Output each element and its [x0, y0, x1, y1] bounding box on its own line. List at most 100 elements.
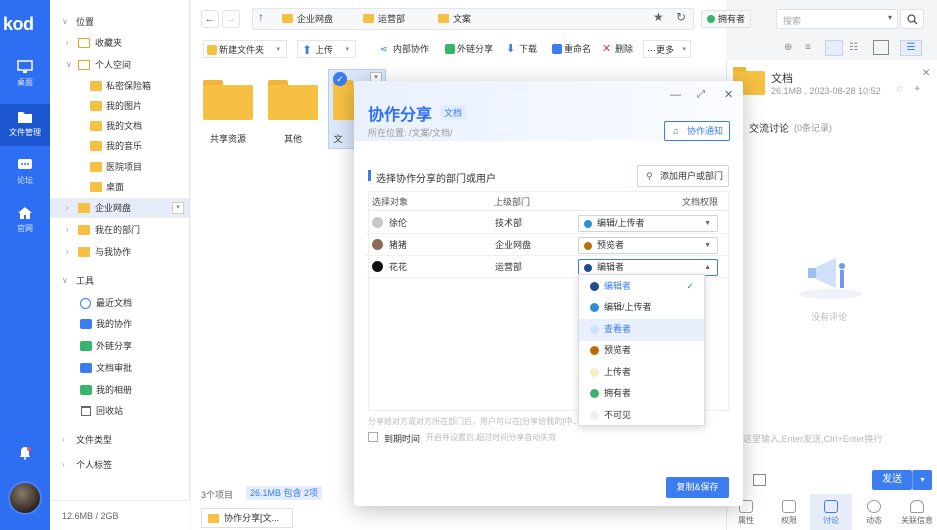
folder-item[interactable] [268, 80, 318, 120]
share-nodes-icon: ⋖ [380, 44, 388, 54]
tab-discussion[interactable]: 讨论 [816, 500, 846, 526]
chevron-down-icon[interactable]: ▾ [888, 13, 892, 22]
rail-website[interactable]: 官网 [0, 206, 50, 242]
tree-item[interactable]: 我的文档 [50, 116, 189, 136]
tree-tool-item[interactable]: 我的相册 [50, 380, 189, 400]
close-icon[interactable]: ✕ [724, 88, 733, 101]
back-button[interactable]: ← [201, 10, 219, 28]
user-avatar[interactable] [8, 481, 42, 515]
breadcrumb-item[interactable]: 文案 [435, 10, 471, 28]
more-button[interactable]: ···更多 ▾ [643, 40, 691, 58]
tree-item[interactable]: 桌面 [50, 177, 189, 197]
clock-icon [80, 298, 91, 309]
grid-view-icon[interactable] [825, 40, 843, 56]
forward-button[interactable]: → [222, 10, 240, 28]
comment-hint[interactable]: 这里输入,Enter发送,Ctrl+Enter换行 [743, 432, 882, 445]
expire-label: 到期时间 [384, 434, 421, 444]
tree-collab[interactable]: › 与我协作 [50, 242, 189, 262]
option-viewer[interactable]: 查看者 [579, 319, 704, 341]
tree-personal[interactable]: ∨ 个人空间 [50, 55, 189, 75]
download-icon: ⬇ [506, 43, 516, 55]
permission-select[interactable]: 编辑/上传者 ▼ [578, 215, 718, 232]
tree-file-types[interactable]: › 文件类型 [50, 430, 189, 450]
external-share-button[interactable]: 外链分享 [444, 40, 493, 58]
tab-related[interactable]: 关联信息 [898, 500, 936, 526]
send-options-button[interactable]: ▾ [912, 470, 932, 490]
tree-tool-item[interactable]: 文档审批 [50, 358, 189, 378]
folder-icon [78, 203, 90, 213]
copy-save-button[interactable]: 复制&保存 [666, 477, 729, 498]
delete-button[interactable]: ✕ 删除 [602, 40, 633, 58]
taskbar-item[interactable]: 协作分享[文... [201, 508, 293, 528]
tree-item[interactable]: 私密保险箱 [50, 76, 189, 96]
up-arrow-icon[interactable]: ↑ [258, 10, 264, 24]
refresh-icon[interactable]: ↻ [676, 10, 686, 24]
rename-button[interactable]: 重命名 [551, 40, 591, 58]
tree-location[interactable]: ∨ 位置 [50, 12, 189, 32]
folder-item[interactable] [203, 80, 253, 120]
option-editor-uploader[interactable]: 编辑/上传者 [579, 297, 704, 319]
download-button[interactable]: ⬇ 下载 [506, 40, 537, 58]
section-bar [368, 170, 371, 181]
minimize-icon[interactable]: — [670, 89, 681, 101]
internal-collab-button[interactable]: ⋖ 内部协作 [380, 40, 429, 58]
folder-icon [438, 14, 449, 23]
list-view-icon[interactable]: ☷ [849, 42, 858, 53]
panel-toggle-icon[interactable]: ☰ [900, 40, 922, 56]
tree-tools[interactable]: ∨ 工具 [50, 271, 189, 291]
user-avatar [372, 239, 383, 250]
image-icon[interactable] [753, 474, 766, 486]
close-icon[interactable]: ✕ [922, 68, 930, 79]
chevron-up-icon: ▲ [704, 264, 711, 271]
maximize-icon[interactable]: ⤢ [697, 89, 705, 100]
rail-desktop[interactable]: 桌面 [0, 60, 50, 96]
bell-icon[interactable] [18, 446, 32, 460]
sort-icon[interactable]: ≡ [805, 42, 811, 53]
breadcrumb-item[interactable]: 企业网盘 [279, 10, 333, 28]
chevron-down-icon[interactable]: ▾ [172, 202, 184, 214]
table-row[interactable]: 徐伦 技术部 编辑/上传者 ▼ [364, 212, 729, 234]
expire-checkbox[interactable] [368, 432, 378, 442]
upload-button[interactable]: ⬆ 上传 ▾ [297, 40, 357, 58]
tree-tags[interactable]: › 个人标签 [50, 455, 189, 475]
tab-activity[interactable]: 动态 [859, 500, 889, 526]
tree-tool-item[interactable]: 回收站 [50, 401, 189, 421]
option-owner[interactable]: 拥有者 [579, 383, 704, 405]
col-header: 选择对象 [372, 197, 409, 207]
split-view-icon[interactable] [873, 40, 889, 55]
new-folder-button[interactable]: 新建文件夹 ▾ [203, 40, 288, 58]
check-icon[interactable]: ✓ [333, 72, 347, 86]
star-icon[interactable]: ☆ [895, 84, 904, 95]
star-icon[interactable]: ★ [653, 10, 664, 24]
tab-permissions[interactable]: 权限 [774, 500, 804, 526]
permission-select[interactable]: 预览者 ▼ [578, 237, 718, 254]
lock-icon [782, 500, 796, 513]
breadcrumb-item[interactable]: 运营部 [360, 10, 405, 28]
option-invisible[interactable]: 不可见 [579, 405, 704, 427]
tree-tool-item[interactable]: 外链分享 [50, 336, 189, 356]
tree-favorites[interactable]: › 收藏夹 [50, 33, 189, 53]
add-user-button[interactable]: ⚲ 添加用户或部门 [637, 165, 729, 187]
discussion-title: 交流讨论 [749, 124, 789, 135]
trash-icon [81, 406, 91, 416]
search-button[interactable] [900, 9, 924, 29]
file-tree: ∨ 位置 › 收藏夹 ∨ 个人空间 私密保险箱 我的图片 我的文档 我的音乐 医院项目… [50, 0, 190, 530]
table-row[interactable]: 猪猪 企业网盘 预览者 ▼ [364, 234, 729, 256]
send-button[interactable]: 发送 [872, 470, 912, 490]
tree-item[interactable]: 我的音乐 [50, 136, 189, 156]
rail-file-manager[interactable]: 文件管理 [0, 104, 50, 146]
tree-my-dept[interactable]: › 我在的部门 [50, 220, 189, 240]
option-editor[interactable]: 编辑者 ✓ [579, 276, 704, 298]
option-previewer[interactable]: 预览者 [579, 340, 704, 362]
option-uploader[interactable]: 上传者 [579, 362, 704, 384]
tree-tool-item[interactable]: 我的协作 [50, 314, 189, 334]
zoom-icon[interactable]: ⊕ [784, 42, 792, 53]
tree-item[interactable]: 医院项目 [50, 157, 189, 177]
search-input[interactable]: 搜索 ▾ [776, 9, 898, 29]
notify-button[interactable]: ♫ 协作通知 [664, 121, 730, 141]
tree-tool-item[interactable]: 最近文档 [50, 293, 189, 313]
tree-enterprise[interactable]: › 企业网盘 ▾ [50, 198, 189, 218]
rail-forum[interactable]: 论坛 [0, 158, 50, 194]
tree-item[interactable]: 我的图片 [50, 96, 189, 116]
pin-icon[interactable]: ✦ [913, 84, 921, 95]
